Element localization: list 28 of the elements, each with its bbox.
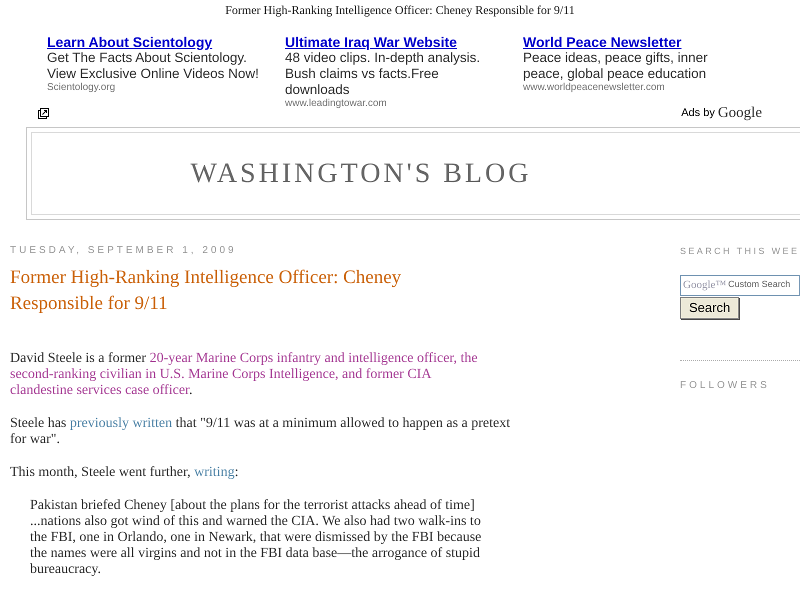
ad-text: Get The Facts About Scientology. View Exclusive Online Videos Now! bbox=[47, 50, 260, 82]
ad-url[interactable]: www.worldpeacenewsletter.com bbox=[523, 82, 665, 94]
paragraph: David Steele is a former 20-year Marine Corps infantry and intelligence officer, the second-ranking civilian in U.S. Marine Corps Intelligence, and former CIA clandestine services case officer. bbox=[10, 351, 479, 399]
link[interactable]: 20-year Marine Corps infantry and intelligence officer, the bbox=[150, 351, 478, 366]
sidebar-heading: SEARCH THIS WEE bbox=[680, 245, 799, 258]
link[interactable]: writing bbox=[194, 465, 235, 480]
expand-icon[interactable] bbox=[38, 108, 49, 118]
link[interactable]: clandestine services case officer bbox=[10, 383, 189, 398]
ad-headline-link[interactable]: Ultimate Iraq War Website bbox=[285, 34, 457, 50]
ad-text: 48 video clips. In-depth analysis. Bush claims vs facts.Free downloads bbox=[285, 50, 482, 98]
sidebar-heading: FOLLOWERS bbox=[680, 378, 771, 393]
paragraph: This month, Steele went further, writing: bbox=[10, 465, 240, 481]
paragraph: Steele has previously written that "9/11 was at a minimum allowed to happen as a pretext for war". bbox=[10, 416, 512, 448]
google-logo[interactable]: Google bbox=[718, 105, 762, 122]
search-field[interactable]: Google™ Custom Search bbox=[680, 274, 800, 296]
ad-text: Peace ideas, peace gifts, inner peace, global peace education bbox=[523, 50, 709, 82]
link[interactable]: previously written bbox=[70, 416, 172, 431]
link[interactable]: second-ranking civilian in U.S. Marine Corps Intelligence, and former CIA bbox=[10, 367, 431, 382]
ad-headline-link[interactable]: World Peace Newsletter bbox=[523, 34, 682, 50]
ad-url[interactable]: Scientology.org bbox=[47, 82, 116, 94]
post-title[interactable]: Former High-Ranking Intelligence Officer: Cheney Responsible for 9/11 bbox=[10, 265, 480, 317]
ad-url[interactable]: www.leadingtowar.com bbox=[285, 98, 387, 110]
block-quote: Pakistan briefed Cheney [about the plans for the terrorist attacks ahead of time] ...nations also got wind of this and warned the CIA. We also had two walk-ins to the FBI, one in Orlando, one in Newark, that were dismissed by the FBI because the names were all virgins and not in the FBI data base—the arrogance of stupid bureaucracy. bbox=[30, 498, 482, 578]
page-title: Former High-Ranking Intelligence Officer: Cheney Responsible for 9/11 bbox=[224, 2, 576, 17]
search-button[interactable]: Search bbox=[680, 296, 740, 318]
ad-headline-link[interactable]: Learn About Scientology bbox=[47, 34, 212, 50]
ads-by-label: Ads by bbox=[681, 106, 715, 121]
post-date: TUESDAY, SEPTEMBER 1, 2009 bbox=[10, 244, 238, 258]
